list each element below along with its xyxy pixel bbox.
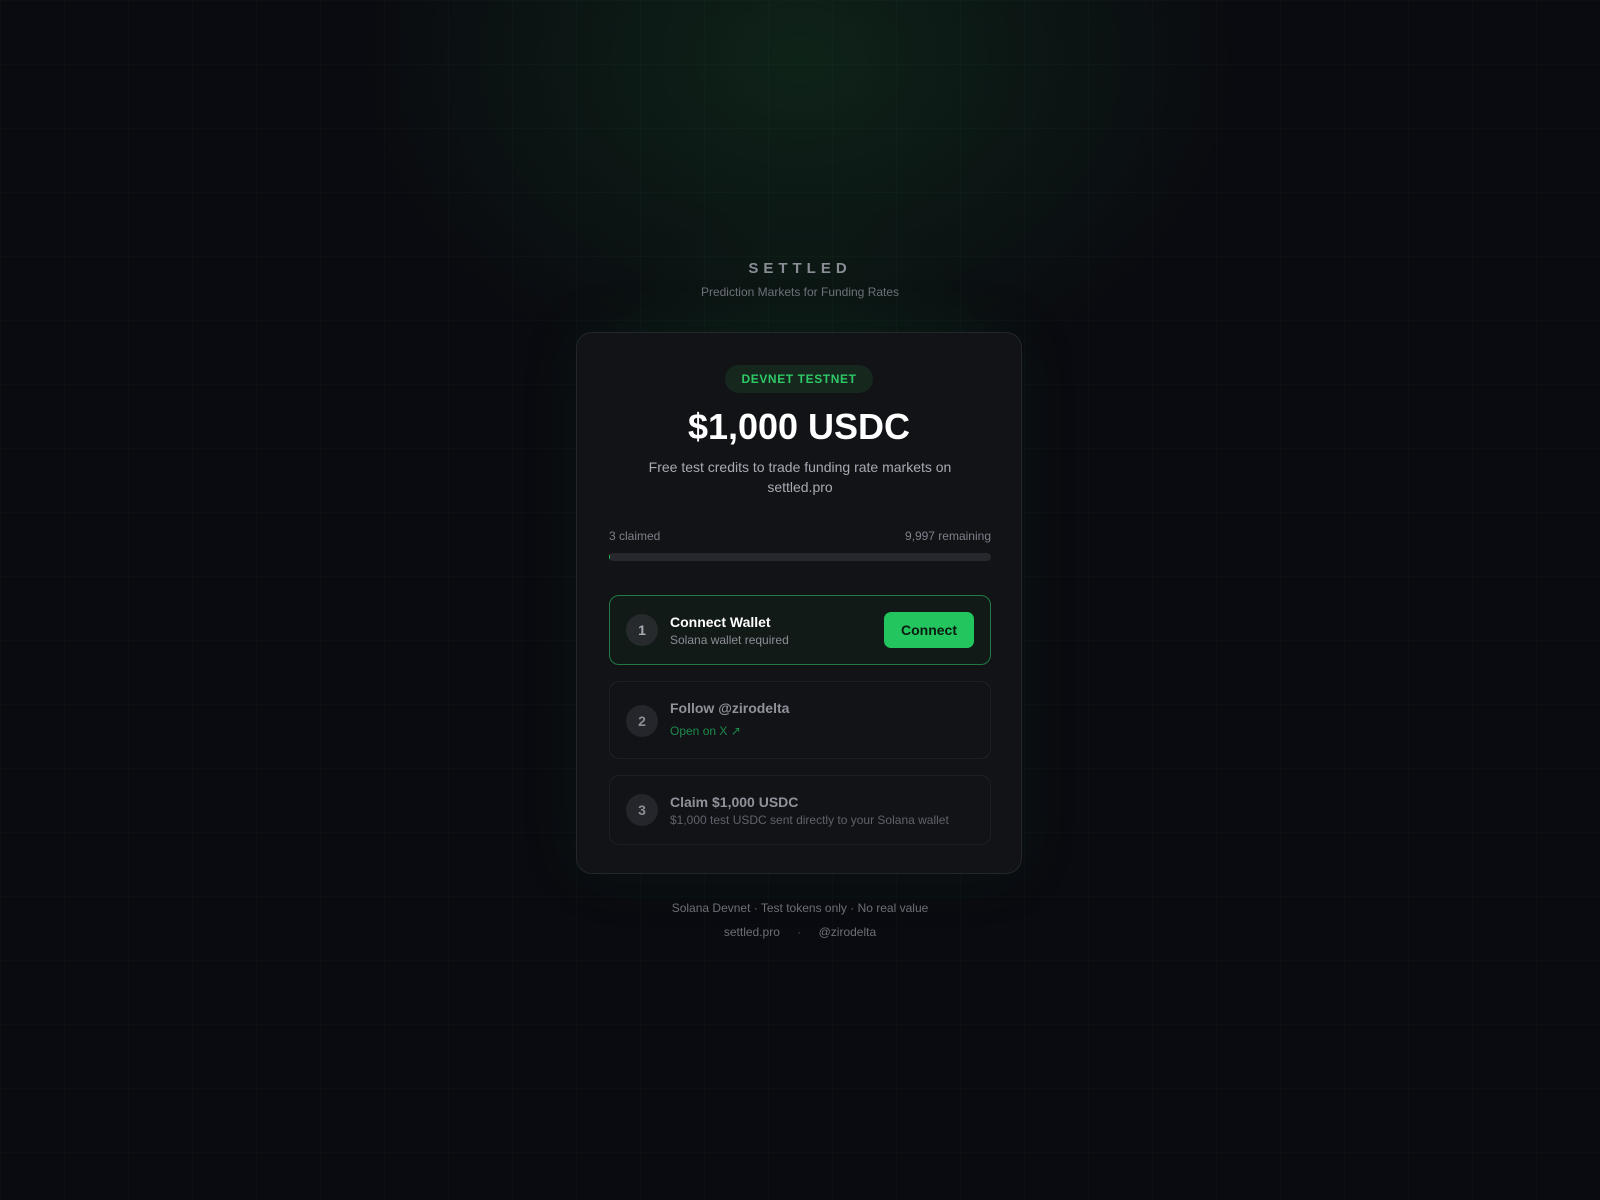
progress-bar	[609, 553, 991, 561]
connect-button[interactable]: Connect	[884, 612, 974, 648]
zirodelta-link[interactable]: @zirodelta	[819, 925, 877, 939]
step-follow: 2 Follow @zirodelta Open on X ↗	[609, 681, 991, 759]
claimed-count: 3 claimed	[609, 529, 661, 543]
step-description: $1,000 test USDC sent directly to your S…	[670, 813, 949, 827]
step-claim: 3 Claim $1,000 USDC $1,000 test USDC sen…	[609, 775, 991, 845]
card-subtitle: Free test credits to trade funding rate …	[648, 459, 952, 495]
step-title: Connect Wallet	[670, 614, 771, 630]
network-badge: DEVNET TESTNET	[725, 365, 873, 393]
badge-wrapper: DEVNET TESTNET	[577, 365, 1021, 393]
step-connect-wallet: 1 Connect Wallet Solana wallet required …	[609, 595, 991, 665]
brand-name: SETTLED	[748, 260, 852, 277]
faucet-card: DEVNET TESTNET $1,000 USDC Free test cre…	[576, 332, 1022, 874]
brand-tagline: Prediction Markets for Funding Rates	[700, 285, 900, 299]
footer-separator: ·	[797, 925, 802, 939]
step-number: 1	[626, 614, 658, 646]
remaining-count: 9,997 remaining	[904, 529, 991, 543]
step-description: Solana wallet required	[670, 633, 789, 647]
step-number: 2	[626, 705, 658, 737]
footer-links: settled.pro · @zirodelta	[0, 924, 1600, 940]
step-number: 3	[626, 794, 658, 826]
step-title: Follow @zirodelta	[670, 700, 790, 716]
open-on-x-link[interactable]: Open on X ↗	[670, 723, 741, 739]
claim-amount: $1,000 USDC	[687, 406, 911, 447]
step-title: Claim $1,000 USDC	[670, 794, 799, 810]
footer-note: Solana Devnet · Test tokens only · No re…	[671, 901, 929, 915]
page-header: SETTLED Prediction Markets for Funding R…	[0, 260, 1600, 300]
settled-link[interactable]: settled.pro	[724, 925, 780, 939]
page-footer: Solana Devnet · Test tokens only · No re…	[0, 900, 1600, 940]
